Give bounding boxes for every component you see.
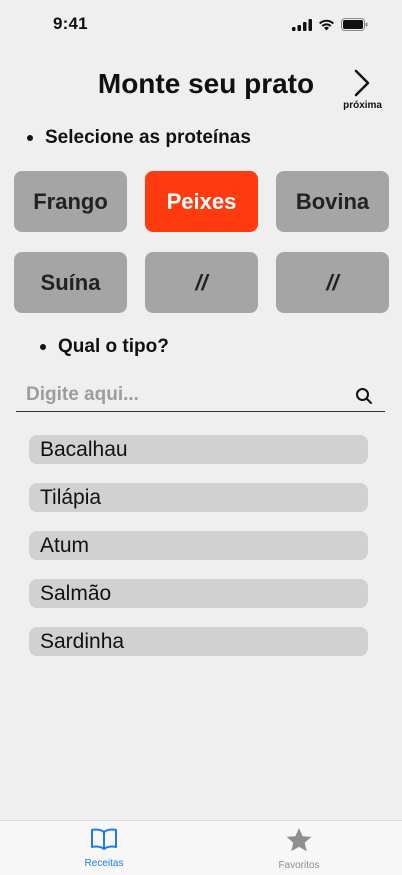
proteins-section-title-text: Selecione as proteínas [45,127,251,148]
list-item[interactable]: Sardinha [29,627,368,656]
protein-button-frango[interactable]: Frango [14,171,127,232]
book-icon [91,828,117,850]
star-icon [286,828,312,852]
protein-grid: Frango Peixes Bovina Suína // // [14,171,390,313]
tab-favoritos[interactable]: Favoritos [239,827,359,871]
tab-receitas[interactable]: Receitas [44,827,164,869]
search-input[interactable] [26,384,346,406]
battery-icon [341,18,368,31]
search-bar [16,382,385,412]
chevron-right-icon [354,69,370,97]
bullet [27,135,33,141]
next-button[interactable]: próxima [336,68,396,114]
tab-bar: Receitas Favoritos [0,820,402,875]
search-icon[interactable] [355,387,373,405]
wifi-icon [319,19,334,30]
tab-receitas-label: Receitas [84,858,124,869]
next-button-label: próxima [343,100,382,111]
protein-button-peixes[interactable]: Peixes [145,171,258,232]
tab-favoritos-label: Favoritos [278,860,320,871]
protein-button-bovina[interactable]: Bovina [276,171,389,232]
status-bar: 9:41 [0,0,402,50]
bullet [40,344,46,350]
header: Monte seu prato próxima [0,60,402,120]
type-section-title: Qual o tipo? [40,336,169,358]
protein-button-placeholder-2[interactable]: // [276,252,389,313]
status-icons [292,18,368,31]
fish-list: Bacalhau Tilápia Atum Salmão Sardinha [29,435,368,675]
protein-button-placeholder-1[interactable]: // [145,252,258,313]
proteins-section-title: Selecione as proteínas [27,127,251,149]
list-item[interactable]: Tilápia [29,483,368,512]
protein-button-suina[interactable]: Suína [14,252,127,313]
type-section-title-text: Qual o tipo? [58,336,169,357]
list-item[interactable]: Atum [29,531,368,560]
list-item[interactable]: Bacalhau [29,435,368,464]
status-time: 9:41 [53,14,88,33]
cellular-signal-icon [292,18,312,31]
list-item[interactable]: Salmão [29,579,368,608]
